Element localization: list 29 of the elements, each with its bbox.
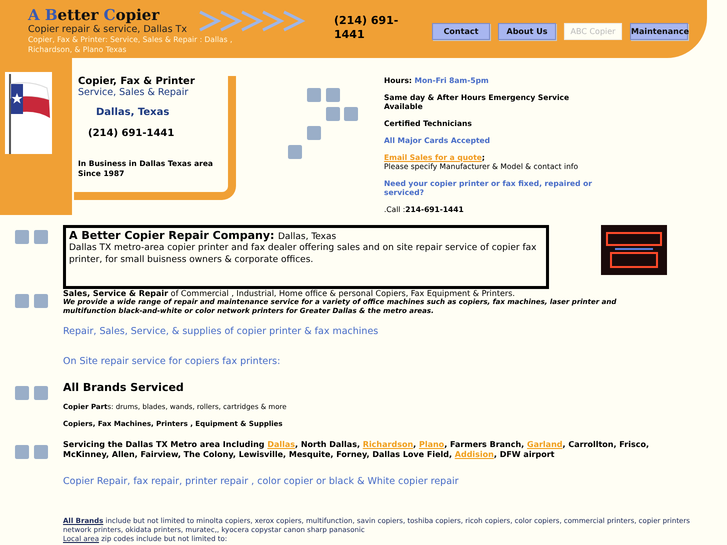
onsite-text: On Site repair service for copiers fax printers: <box>63 356 282 367</box>
squares-icon <box>15 386 49 401</box>
squares-icon <box>15 294 49 309</box>
intro-phone: (214) 691-1441 <box>88 128 176 139</box>
neon-sign-photo <box>601 225 667 275</box>
sales-text: Sales, Service & Repair of Commercial , Industrial, Home office & personal Copiers, Fax Equipment & Printers. <box>63 289 516 298</box>
city-link[interactable]: Richardson <box>362 440 414 449</box>
intro-subheading: Service, Sales & Repair <box>78 87 190 98</box>
intro-heading: Copier, Fax & Printer <box>78 76 196 87</box>
servicing-text: Servicing the Dallas TX Metro area Including Dallas, North Dallas, Richardson, Plano, Farmers Branch, Garland, Carrollton, Frisco, McKinney, Allen, Fairview, The Colony, Lewisville, Mesquite, Forney, Dallas Love Field, Addision, DFW airport <box>63 440 650 460</box>
repair-text: Repair, Sales, Service, & supplies of copier printer & fax machines <box>63 326 380 337</box>
nav-button[interactable]: Maintenance <box>630 23 688 40</box>
company-text: Dallas TX metro-area copier printer and fax dealer offering sales and on site repair service of copier fax printer, for small buisness owners & corporate offices. <box>69 242 538 266</box>
nav-button[interactable]: About Us <box>498 23 556 40</box>
summary-text: Copier Repair, fax repair, printer repair , color copier or black & White copier repair <box>63 476 460 487</box>
tagline: Copier repair & service, Dallas Tx <box>28 24 188 35</box>
company-title: A Better Copier Repair Company: Dallas, Texas <box>69 229 338 242</box>
city-link[interactable]: Dallas <box>267 440 295 449</box>
squares-icon <box>15 445 49 460</box>
city-link[interactable]: Plano <box>418 440 444 449</box>
city-link[interactable]: Garland <box>527 440 562 449</box>
nav-button[interactable]: ABC Copier <box>564 23 622 40</box>
squares-icon <box>15 230 49 245</box>
brands-heading: All Brands Serviced <box>63 381 185 394</box>
city-link[interactable]: Addision <box>454 450 494 459</box>
nav-button[interactable]: Contact <box>432 23 490 40</box>
city-label: Dallas, Texas <box>96 107 170 118</box>
site-logo: A Better Copier <box>28 6 160 24</box>
phone-number: (214) 691-1441 <box>334 14 400 42</box>
